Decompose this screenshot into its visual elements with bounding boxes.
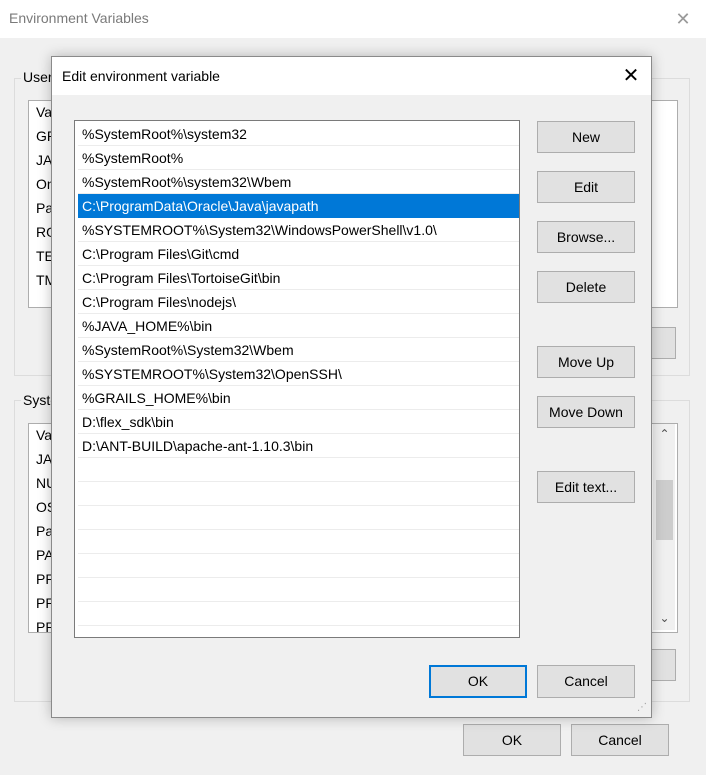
empty-row[interactable] [78,602,519,626]
bg-list-item[interactable]: Va [36,104,52,120]
system-list-scrollbar[interactable]: ⌃ ⌄ [653,424,675,630]
bg-list-item[interactable]: Va [36,427,52,443]
path-entry[interactable]: C:\Program Files\Git\cmd [78,242,519,266]
empty-row[interactable] [78,554,519,578]
close-icon[interactable]: ✕ [618,63,644,89]
empty-row[interactable] [78,530,519,554]
resize-grip-icon[interactable]: ⋰ [635,701,649,715]
path-entry[interactable]: %SystemRoot% [78,146,519,170]
edit-environment-variable-dialog: Edit environment variable ✕ %SystemRoot%… [51,56,652,718]
browse-button[interactable]: Browse... [537,221,635,253]
empty-row[interactable] [78,458,519,482]
cancel-button[interactable]: Cancel [537,665,635,698]
empty-row[interactable] [78,482,519,506]
path-entry[interactable]: %SYSTEMROOT%\System32\OpenSSH\ [78,362,519,386]
bg-close-icon[interactable]: ✕ [672,8,694,30]
empty-row[interactable] [78,506,519,530]
edit-text-button[interactable]: Edit text... [537,471,635,503]
bg-ok-button[interactable]: OK [463,724,561,756]
path-entry[interactable]: C:\ProgramData\Oracle\Java\javapath [78,194,519,218]
path-entry[interactable]: D:\flex_sdk\bin [78,410,519,434]
new-button[interactable]: New [537,121,635,153]
path-entry[interactable]: D:\ANT-BUILD\apache-ant-1.10.3\bin [78,434,519,458]
dialog-title-bar: Edit environment variable ✕ [52,57,651,95]
path-entry[interactable]: C:\Program Files\TortoiseGit\bin [78,266,519,290]
empty-row[interactable] [78,578,519,602]
delete-button[interactable]: Delete [537,271,635,303]
user-variables-label: User [21,69,55,85]
scroll-thumb[interactable] [656,480,673,540]
path-entry[interactable]: %SYSTEMROOT%\System32\WindowsPowerShell\… [78,218,519,242]
path-entry[interactable]: %SystemRoot%\system32 [78,122,519,146]
path-entry[interactable]: %SystemRoot%\System32\Wbem [78,338,519,362]
ok-button[interactable]: OK [429,665,527,698]
edit-button[interactable]: Edit [537,171,635,203]
move-up-button[interactable]: Move Up [537,346,635,378]
move-down-button[interactable]: Move Down [537,396,635,428]
path-entry[interactable]: %GRAILS_HOME%\bin [78,386,519,410]
path-entries-list[interactable]: %SystemRoot%\system32 %SystemRoot% %System… [74,120,520,638]
bg-title-bar: Environment Variables ✕ [0,0,706,38]
path-entry[interactable]: %JAVA_HOME%\bin [78,314,519,338]
path-entry[interactable]: C:\Program Files\nodejs\ [78,290,519,314]
path-entry[interactable]: %SystemRoot%\system32\Wbem [78,170,519,194]
bg-window-title: Environment Variables [9,10,149,26]
scroll-down-icon[interactable]: ⌄ [656,610,673,627]
dialog-title: Edit environment variable [62,68,220,84]
bg-cancel-button[interactable]: Cancel [571,724,669,756]
scroll-up-icon[interactable]: ⌃ [656,426,673,443]
